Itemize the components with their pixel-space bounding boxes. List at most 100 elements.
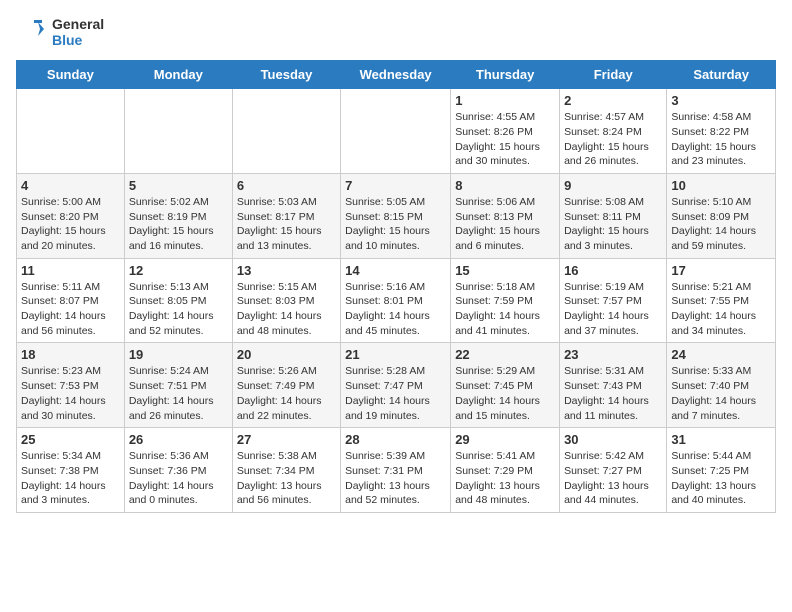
calendar-cell: 2 Sunrise: 4:57 AM Sunset: 8:24 PM Daylig… <box>560 89 667 174</box>
calendar-cell: 8 Sunrise: 5:06 AM Sunset: 8:13 PM Daylig… <box>451 173 560 258</box>
day-number: 6 <box>237 178 336 193</box>
calendar-cell: 26 Sunrise: 5:36 AM Sunset: 7:36 PM Dayli… <box>124 428 232 513</box>
calendar-week-4: 18Sunrise: 5:23 AM Sunset: 7:53 PM Dayli… <box>17 343 776 428</box>
day-number: 10 <box>671 178 771 193</box>
day-info: Sunrise: 5:18 AM Sunset: 7:59 PM Dayligh… <box>455 280 555 339</box>
day-info: Sunrise: 5:16 AM Sunset: 8:01 PM Dayligh… <box>345 280 446 339</box>
calendar-week-2: 4Sunrise: 5:00 AM Sunset: 8:20 PM Daylig… <box>17 173 776 258</box>
day-number: 22 <box>455 347 555 362</box>
day-info: Sunrise: 5:29 AM Sunset: 7:45 PM Dayligh… <box>455 364 555 423</box>
day-header-friday: Friday <box>560 61 667 89</box>
calendar-cell <box>124 89 232 174</box>
calendar-cell <box>232 89 340 174</box>
calendar-cell: 15 Sunrise: 5:18 AM Sunset: 7:59 PM Dayli… <box>451 258 560 343</box>
calendar-cell: 14 Sunrise: 5:16 AM Sunset: 8:01 PM Dayli… <box>341 258 451 343</box>
day-number: 26 <box>129 432 228 447</box>
day-header-sunday: Sunday <box>17 61 125 89</box>
day-number: 5 <box>129 178 228 193</box>
calendar-cell: 19 Sunrise: 5:24 AM Sunset: 7:51 PM Dayli… <box>124 343 232 428</box>
day-number: 15 <box>455 263 555 278</box>
logo: General Blue <box>16 16 104 48</box>
day-number: 21 <box>345 347 446 362</box>
calendar-cell: 12 Sunrise: 5:13 AM Sunset: 8:05 PM Dayli… <box>124 258 232 343</box>
calendar-table: SundayMondayTuesdayWednesdayThursdayFrid… <box>16 60 776 513</box>
day-number: 12 <box>129 263 228 278</box>
calendar-cell <box>341 89 451 174</box>
day-info: Sunrise: 5:02 AM Sunset: 8:19 PM Dayligh… <box>129 195 228 254</box>
day-info: Sunrise: 5:42 AM Sunset: 7:27 PM Dayligh… <box>564 449 662 508</box>
day-number: 25 <box>21 432 120 447</box>
calendar-cell: 21 Sunrise: 5:28 AM Sunset: 7:47 PM Dayli… <box>341 343 451 428</box>
day-info: Sunrise: 5:15 AM Sunset: 8:03 PM Dayligh… <box>237 280 336 339</box>
day-number: 14 <box>345 263 446 278</box>
day-info: Sunrise: 5:08 AM Sunset: 8:11 PM Dayligh… <box>564 195 662 254</box>
day-info: Sunrise: 5:39 AM Sunset: 7:31 PM Dayligh… <box>345 449 446 508</box>
calendar-cell: 18Sunrise: 5:23 AM Sunset: 7:53 PM Dayli… <box>17 343 125 428</box>
calendar-cell: 6Sunrise: 5:03 AM Sunset: 8:17 PM Daylig… <box>232 173 340 258</box>
calendar-week-5: 25 Sunrise: 5:34 AM Sunset: 7:38 PM Dayli… <box>17 428 776 513</box>
calendar-cell: 7 Sunrise: 5:05 AM Sunset: 8:15 PM Daylig… <box>341 173 451 258</box>
day-info: Sunrise: 4:57 AM Sunset: 8:24 PM Dayligh… <box>564 110 662 169</box>
day-number: 3 <box>671 93 771 108</box>
calendar-header: SundayMondayTuesdayWednesdayThursdayFrid… <box>17 61 776 89</box>
day-number: 28 <box>345 432 446 447</box>
calendar-cell: 16Sunrise: 5:19 AM Sunset: 7:57 PM Dayli… <box>560 258 667 343</box>
calendar-cell: 9 Sunrise: 5:08 AM Sunset: 8:11 PM Daylig… <box>560 173 667 258</box>
calendar-cell: 24 Sunrise: 5:33 AM Sunset: 7:40 PM Dayli… <box>667 343 776 428</box>
day-info: Sunrise: 5:21 AM Sunset: 7:55 PM Dayligh… <box>671 280 771 339</box>
day-number: 16 <box>564 263 662 278</box>
day-info: Sunrise: 4:55 AM Sunset: 8:26 PM Dayligh… <box>455 110 555 169</box>
day-info: Sunrise: 5:26 AM Sunset: 7:49 PM Dayligh… <box>237 364 336 423</box>
day-info: Sunrise: 5:24 AM Sunset: 7:51 PM Dayligh… <box>129 364 228 423</box>
day-number: 24 <box>671 347 771 362</box>
calendar-cell: 4Sunrise: 5:00 AM Sunset: 8:20 PM Daylig… <box>17 173 125 258</box>
calendar-cell: 22 Sunrise: 5:29 AM Sunset: 7:45 PM Dayli… <box>451 343 560 428</box>
day-info: Sunrise: 5:28 AM Sunset: 7:47 PM Dayligh… <box>345 364 446 423</box>
day-info: Sunrise: 5:38 AM Sunset: 7:34 PM Dayligh… <box>237 449 336 508</box>
day-info: Sunrise: 5:44 AM Sunset: 7:25 PM Dayligh… <box>671 449 771 508</box>
day-header-saturday: Saturday <box>667 61 776 89</box>
day-number: 20 <box>237 347 336 362</box>
day-info: Sunrise: 5:13 AM Sunset: 8:05 PM Dayligh… <box>129 280 228 339</box>
calendar-cell: 25 Sunrise: 5:34 AM Sunset: 7:38 PM Dayli… <box>17 428 125 513</box>
calendar-cell: 17Sunrise: 5:21 AM Sunset: 7:55 PM Dayli… <box>667 258 776 343</box>
logo-general: General <box>52 16 104 32</box>
calendar-cell: 20 Sunrise: 5:26 AM Sunset: 7:49 PM Dayli… <box>232 343 340 428</box>
day-number: 9 <box>564 178 662 193</box>
day-number: 30 <box>564 432 662 447</box>
day-number: 2 <box>564 93 662 108</box>
day-number: 7 <box>345 178 446 193</box>
day-number: 23 <box>564 347 662 362</box>
day-number: 8 <box>455 178 555 193</box>
day-info: Sunrise: 5:06 AM Sunset: 8:13 PM Dayligh… <box>455 195 555 254</box>
calendar-cell: 5 Sunrise: 5:02 AM Sunset: 8:19 PM Daylig… <box>124 173 232 258</box>
calendar-week-3: 11Sunrise: 5:11 AM Sunset: 8:07 PM Dayli… <box>17 258 776 343</box>
calendar-body: 1 Sunrise: 4:55 AM Sunset: 8:26 PM Daylig… <box>17 89 776 513</box>
calendar-cell: 3Sunrise: 4:58 AM Sunset: 8:22 PM Daylig… <box>667 89 776 174</box>
day-number: 1 <box>455 93 555 108</box>
calendar-cell: 29 Sunrise: 5:41 AM Sunset: 7:29 PM Dayli… <box>451 428 560 513</box>
day-header-tuesday: Tuesday <box>232 61 340 89</box>
day-info: Sunrise: 5:05 AM Sunset: 8:15 PM Dayligh… <box>345 195 446 254</box>
day-info: Sunrise: 5:00 AM Sunset: 8:20 PM Dayligh… <box>21 195 120 254</box>
day-info: Sunrise: 5:33 AM Sunset: 7:40 PM Dayligh… <box>671 364 771 423</box>
calendar-cell: 10 Sunrise: 5:10 AM Sunset: 8:09 PM Dayli… <box>667 173 776 258</box>
day-number: 19 <box>129 347 228 362</box>
day-info: Sunrise: 5:34 AM Sunset: 7:38 PM Dayligh… <box>21 449 120 508</box>
day-number: 13 <box>237 263 336 278</box>
day-info: Sunrise: 5:36 AM Sunset: 7:36 PM Dayligh… <box>129 449 228 508</box>
calendar-cell: 31 Sunrise: 5:44 AM Sunset: 7:25 PM Dayli… <box>667 428 776 513</box>
logo-blue: Blue <box>52 32 104 48</box>
day-info: Sunrise: 5:10 AM Sunset: 8:09 PM Dayligh… <box>671 195 771 254</box>
calendar-cell: 27Sunrise: 5:38 AM Sunset: 7:34 PM Dayli… <box>232 428 340 513</box>
day-number: 29 <box>455 432 555 447</box>
calendar-cell: 30 Sunrise: 5:42 AM Sunset: 7:27 PM Dayli… <box>560 428 667 513</box>
day-info: Sunrise: 5:41 AM Sunset: 7:29 PM Dayligh… <box>455 449 555 508</box>
day-header-wednesday: Wednesday <box>341 61 451 89</box>
day-info: Sunrise: 5:11 AM Sunset: 8:07 PM Dayligh… <box>21 280 120 339</box>
day-header-monday: Monday <box>124 61 232 89</box>
day-number: 31 <box>671 432 771 447</box>
calendar-cell: 1 Sunrise: 4:55 AM Sunset: 8:26 PM Daylig… <box>451 89 560 174</box>
calendar-cell: 13 Sunrise: 5:15 AM Sunset: 8:03 PM Dayli… <box>232 258 340 343</box>
day-header-thursday: Thursday <box>451 61 560 89</box>
